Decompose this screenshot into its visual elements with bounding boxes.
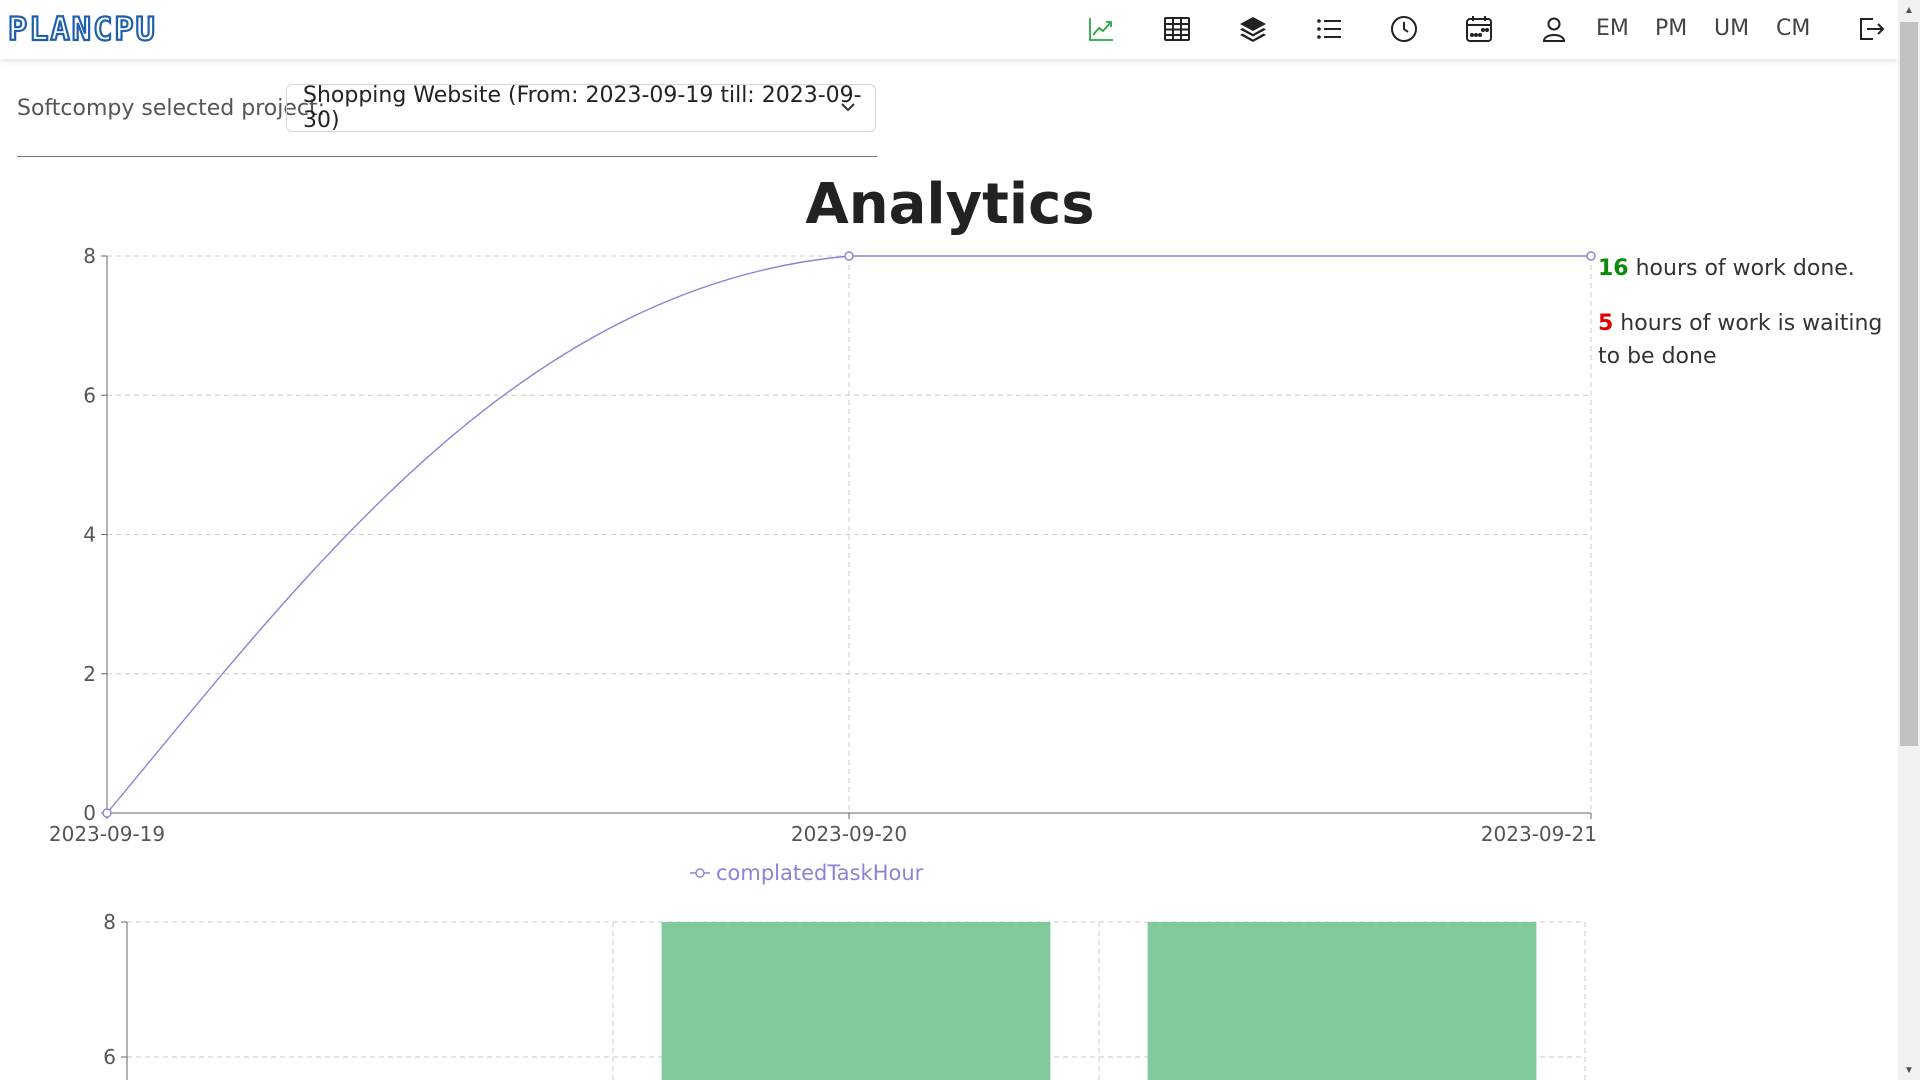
scrollbar-thumb[interactable] — [1900, 22, 1918, 746]
y-tick-label: 8 — [103, 910, 116, 934]
vertical-scrollbar[interactable]: ▲ ▼ — [1898, 0, 1920, 1080]
y-tick-label: 6 — [103, 1045, 116, 1069]
scroll-up-arrow[interactable]: ▲ — [1898, 0, 1920, 20]
scroll-down-arrow[interactable]: ▼ — [1898, 1060, 1920, 1080]
bar — [661, 922, 1051, 1080]
bar — [1147, 922, 1537, 1080]
bar-chart: 68 — [103, 910, 1586, 1080]
